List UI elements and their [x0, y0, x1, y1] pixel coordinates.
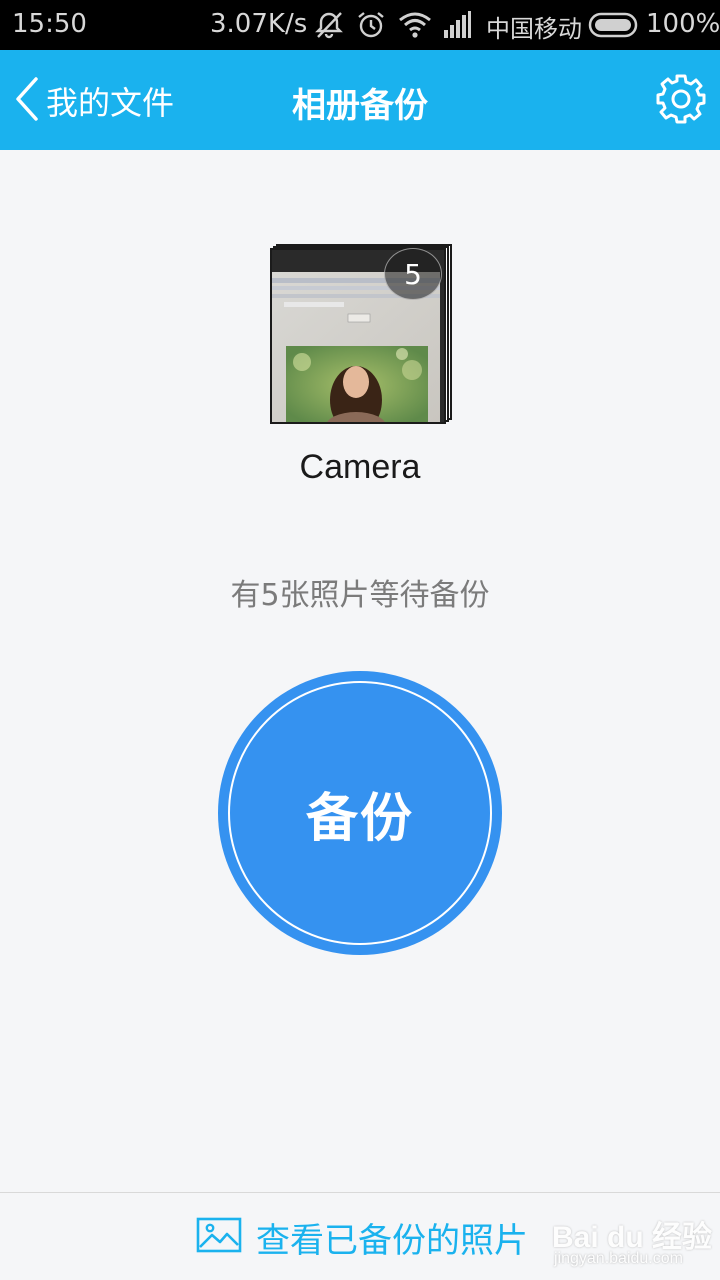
- gear-icon: [654, 74, 708, 130]
- alarm-icon: [356, 10, 386, 44]
- wifi-icon: [398, 10, 432, 44]
- settings-button[interactable]: [654, 72, 708, 126]
- title-bar: 我的文件 相册备份: [0, 50, 720, 150]
- pending-backup-text: 有5张照片等待备份: [230, 578, 490, 613]
- status-time: 15:50: [12, 9, 87, 39]
- backup-button[interactable]: 备份: [218, 671, 502, 955]
- mute-vibrate-icon: [314, 10, 344, 44]
- view-backed-up-label: 查看已备份的照片: [256, 1220, 528, 1261]
- view-backed-up-photos-button[interactable]: 查看已备份的照片: [196, 1215, 528, 1261]
- carrier-name: 中国移动: [486, 15, 582, 43]
- photo-count-badge: 5: [384, 248, 442, 300]
- battery-percent: 100%: [646, 9, 720, 39]
- signal-icon: [442, 10, 472, 44]
- baidu-jingyan-watermark: Bai du 经验 jingyan.baidu.com: [552, 1212, 712, 1274]
- network-speed: 3.07K/s: [210, 9, 308, 39]
- backup-button-ring: [228, 681, 492, 945]
- image-icon: [196, 1217, 242, 1257]
- watermark-url: jingyan.baidu.com: [554, 1250, 683, 1267]
- battery-icon: [588, 12, 642, 42]
- page-title: 相册备份: [292, 86, 428, 126]
- album-name: Camera: [299, 448, 421, 486]
- album-camera[interactable]: 5: [270, 244, 452, 424]
- status-bar: 15:50 3.07K/s 中国移动 100%: [0, 0, 720, 50]
